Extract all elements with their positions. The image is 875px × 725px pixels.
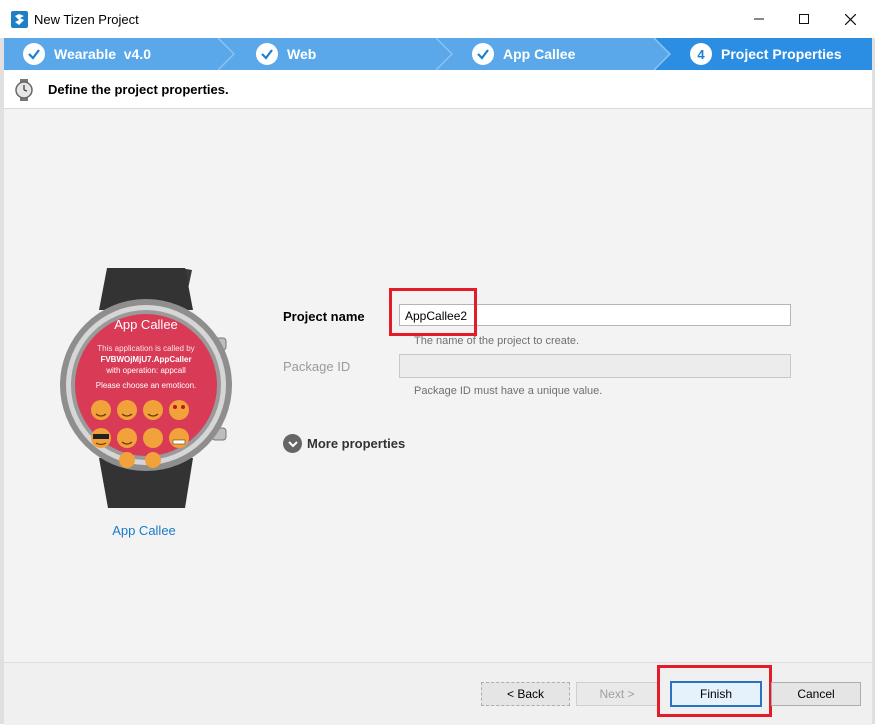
step-label: App Callee bbox=[503, 46, 576, 62]
package-id-input[interactable] bbox=[399, 354, 791, 378]
more-properties-toggle[interactable]: More properties bbox=[283, 434, 405, 453]
step-label: Web bbox=[287, 46, 317, 62]
next-button[interactable]: Next > bbox=[576, 682, 658, 706]
minimize-button[interactable] bbox=[736, 0, 782, 38]
wizard-steps-bar: Wearable v4.0 Web App Callee 4 Project P… bbox=[4, 38, 872, 70]
new-tizen-project-window: New Tizen Project Wearable v4.0 Web App … bbox=[0, 0, 875, 725]
tizen-logo-icon bbox=[11, 11, 28, 28]
step-wearable: Wearable v4.0 bbox=[23, 38, 151, 70]
project-name-label: Project name bbox=[283, 309, 365, 324]
cancel-button[interactable]: Cancel bbox=[771, 682, 861, 706]
package-id-label: Package ID bbox=[283, 359, 351, 374]
watch-message: This application is called by FVBWOjMjU7… bbox=[97, 344, 195, 375]
step-web: Web bbox=[256, 38, 316, 70]
package-id-hint: Package ID must have a unique value. bbox=[414, 385, 603, 397]
window-title: New Tizen Project bbox=[34, 12, 139, 27]
wizard-body: App Callee This application is called by… bbox=[4, 109, 872, 662]
watch-prompt: Please choose an emoticon. bbox=[95, 381, 197, 390]
highlight-project-name bbox=[389, 288, 477, 336]
close-button[interactable] bbox=[827, 0, 873, 38]
highlight-finish bbox=[657, 665, 772, 717]
watch-app-title: App Callee bbox=[114, 317, 178, 332]
watch-preview: App Callee This application is called by… bbox=[52, 268, 317, 698]
step-label: Wearable v4.0 bbox=[54, 46, 152, 62]
check-icon bbox=[472, 43, 494, 65]
step-number-badge: 4 bbox=[690, 43, 712, 65]
check-icon bbox=[23, 43, 45, 65]
page-description: Define the project properties. bbox=[48, 82, 229, 97]
preview-caption: App Callee bbox=[112, 523, 176, 538]
page-header: Define the project properties. bbox=[4, 70, 872, 109]
watch-icon bbox=[15, 79, 33, 101]
wizard-footer: < Back Next > Finish Cancel bbox=[4, 662, 872, 725]
check-icon bbox=[256, 43, 278, 65]
step-label: Project Properties bbox=[721, 46, 842, 62]
chevron-down-icon bbox=[283, 434, 302, 453]
more-properties-label: More properties bbox=[307, 436, 406, 451]
maximize-button[interactable] bbox=[781, 0, 827, 38]
step-project-properties: 4 Project Properties bbox=[690, 38, 842, 70]
step-app-callee: App Callee bbox=[472, 38, 575, 70]
back-button[interactable]: < Back bbox=[481, 682, 570, 706]
title-bar: New Tizen Project bbox=[0, 0, 875, 38]
project-name-hint: The name of the project to create. bbox=[414, 335, 580, 347]
